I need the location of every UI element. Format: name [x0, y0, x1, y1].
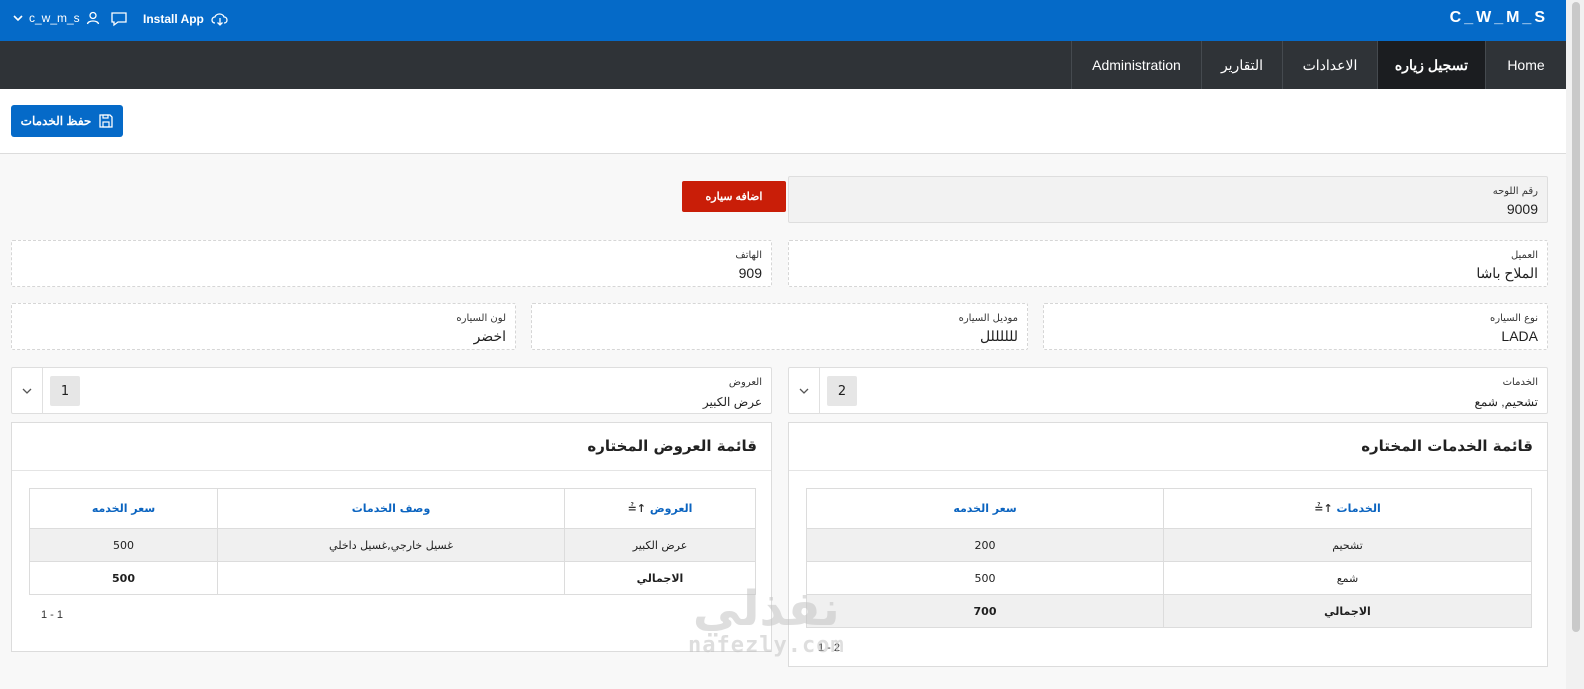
button-bar: حفظ الخدمات — [0, 89, 1566, 154]
car-model-field[interactable]: موديل السياره للللللل — [531, 303, 1028, 350]
offers-pager: 1 - 1 — [41, 609, 64, 621]
table-cell: 700 — [806, 594, 1164, 628]
panel-divider — [12, 470, 771, 471]
table-row: شمع 500 — [806, 561, 1532, 595]
price-col-header[interactable]: سعر الخدمه — [806, 488, 1164, 529]
chevron-down-icon[interactable] — [12, 368, 43, 414]
offers-report-panel: قائمة العروض المختاره العروض ↑≟ وصف الخد… — [11, 422, 772, 652]
table-row: الاجمالي 700 — [806, 594, 1532, 628]
table-cell: 500 — [806, 561, 1164, 595]
feedback-icon[interactable] — [110, 11, 128, 27]
watermark-logo: نفذلي nafezly.com — [688, 585, 845, 658]
table-cell: 500 — [29, 528, 218, 562]
table-row: الاجمالي 500 — [29, 561, 756, 595]
table-cell — [217, 561, 565, 595]
services-select[interactable]: 2 الخدمات تشحيم, شمع — [788, 367, 1548, 414]
phone-value: 909 — [738, 265, 762, 281]
tab-register-visit[interactable]: تسجيل زياره — [1377, 41, 1485, 89]
services-report-panel: قائمة الخدمات المختاره الخدمات ↑≟ سعر ال… — [788, 422, 1548, 667]
app-brand[interactable]: C_W_M_S — [1450, 9, 1548, 27]
car-type-field[interactable]: نوع السياره LADA — [1043, 303, 1548, 350]
offers-label: العروض — [728, 377, 762, 388]
offers-table: العروض ↑≟ وصف الخدمات سعر الخدمه عرض الك… — [29, 488, 756, 595]
car-color-value: اخضر — [473, 328, 506, 344]
services-col-header[interactable]: الخدمات ↑≟ — [1163, 488, 1532, 529]
offers-count-badge: 1 — [50, 376, 80, 406]
add-car-button[interactable]: اضافه سياره — [682, 181, 786, 212]
description-col-header[interactable]: وصف الخدمات — [217, 488, 565, 529]
customer-value: الملاح باشا — [1476, 265, 1538, 281]
car-model-value: للللللل — [979, 328, 1018, 344]
car-color-label: لون السياره — [456, 313, 506, 324]
plate-number-field[interactable]: رقم اللوحه 9009 — [788, 176, 1548, 223]
customer-label: العميل — [1510, 250, 1538, 261]
cloud-download-icon — [210, 11, 230, 27]
offers-select[interactable]: 1 العروض عرض الكبير — [11, 367, 772, 414]
offers-report-title: قائمة العروض المختاره — [587, 437, 757, 455]
services-col-label: الخدمات — [1336, 501, 1381, 515]
scrollbar-thumb[interactable] — [1572, 2, 1580, 632]
tab-settings[interactable]: الاعدادات — [1282, 41, 1377, 89]
services-value: تشحيم, شمع — [1474, 395, 1538, 409]
table-cell: الاجمالي — [1163, 594, 1532, 628]
table-cell: غسيل خارجي,غسيل داخلي — [217, 528, 565, 562]
floppy-disk-icon — [99, 114, 113, 128]
chevron-down-icon[interactable] — [789, 368, 820, 414]
page-scrollbar[interactable] — [1566, 0, 1584, 689]
watermark-arabic: نفذلي — [692, 581, 840, 637]
services-table: الخدمات ↑≟ سعر الخدمه تشحيم 200 شمع 500 … — [806, 488, 1532, 628]
install-app-button[interactable]: Install App — [143, 11, 230, 27]
services-count-badge: 2 — [827, 376, 857, 406]
price-col-header[interactable]: سعر الخدمه — [29, 488, 218, 529]
car-type-value: LADA — [1501, 328, 1538, 344]
top-header: c_w_m_s Install App C_W_M_S — [0, 0, 1566, 41]
tab-reports[interactable]: التقارير — [1201, 41, 1282, 89]
table-cell: 200 — [806, 528, 1164, 562]
plate-number-label: رقم اللوحه — [1492, 186, 1538, 197]
table-row: عرض الكبير غسيل خارجي,غسيل داخلي 500 — [29, 528, 756, 562]
car-color-field[interactable]: لون السياره اخضر — [11, 303, 516, 350]
car-type-label: نوع السياره — [1490, 313, 1538, 324]
save-services-button[interactable]: حفظ الخدمات — [11, 105, 123, 137]
save-services-label: حفظ الخدمات — [20, 114, 92, 128]
panel-divider — [789, 470, 1547, 471]
tab-home[interactable]: Home — [1485, 41, 1566, 89]
services-report-title: قائمة الخدمات المختاره — [1361, 437, 1533, 455]
tab-administration[interactable]: Administration — [1071, 41, 1201, 89]
table-cell: تشحيم — [1163, 528, 1532, 562]
phone-field[interactable]: الهاتف 909 — [11, 240, 772, 287]
chevron-down-icon — [13, 13, 23, 23]
plate-number-value: 9009 — [1506, 201, 1538, 217]
table-cell: 500 — [29, 561, 218, 595]
sort-ascending-icon: ↑≟ — [1314, 502, 1333, 516]
services-label: الخدمات — [1502, 377, 1538, 388]
offers-value: عرض الكبير — [702, 395, 762, 409]
table-row: تشحيم 200 — [806, 528, 1532, 562]
user-icon — [86, 11, 100, 25]
user-name: c_w_m_s — [29, 11, 80, 25]
sort-ascending-icon: ↑≟ — [627, 502, 646, 516]
offers-col-header[interactable]: العروض ↑≟ — [564, 488, 756, 529]
main-nav: Home تسجيل زياره الاعدادات التقارير Admi… — [0, 41, 1566, 89]
car-model-label: موديل السياره — [958, 313, 1018, 324]
table-cell: عرض الكبير — [564, 528, 756, 562]
offers-col-label: العروض — [649, 501, 693, 515]
watermark-latin: nafezly.com — [688, 633, 845, 658]
install-app-label: Install App — [143, 12, 204, 26]
customer-field[interactable]: العميل الملاح باشا — [788, 240, 1548, 287]
user-menu[interactable]: c_w_m_s — [13, 11, 100, 25]
table-cell: شمع — [1163, 561, 1532, 595]
phone-label: الهاتف — [735, 250, 762, 261]
